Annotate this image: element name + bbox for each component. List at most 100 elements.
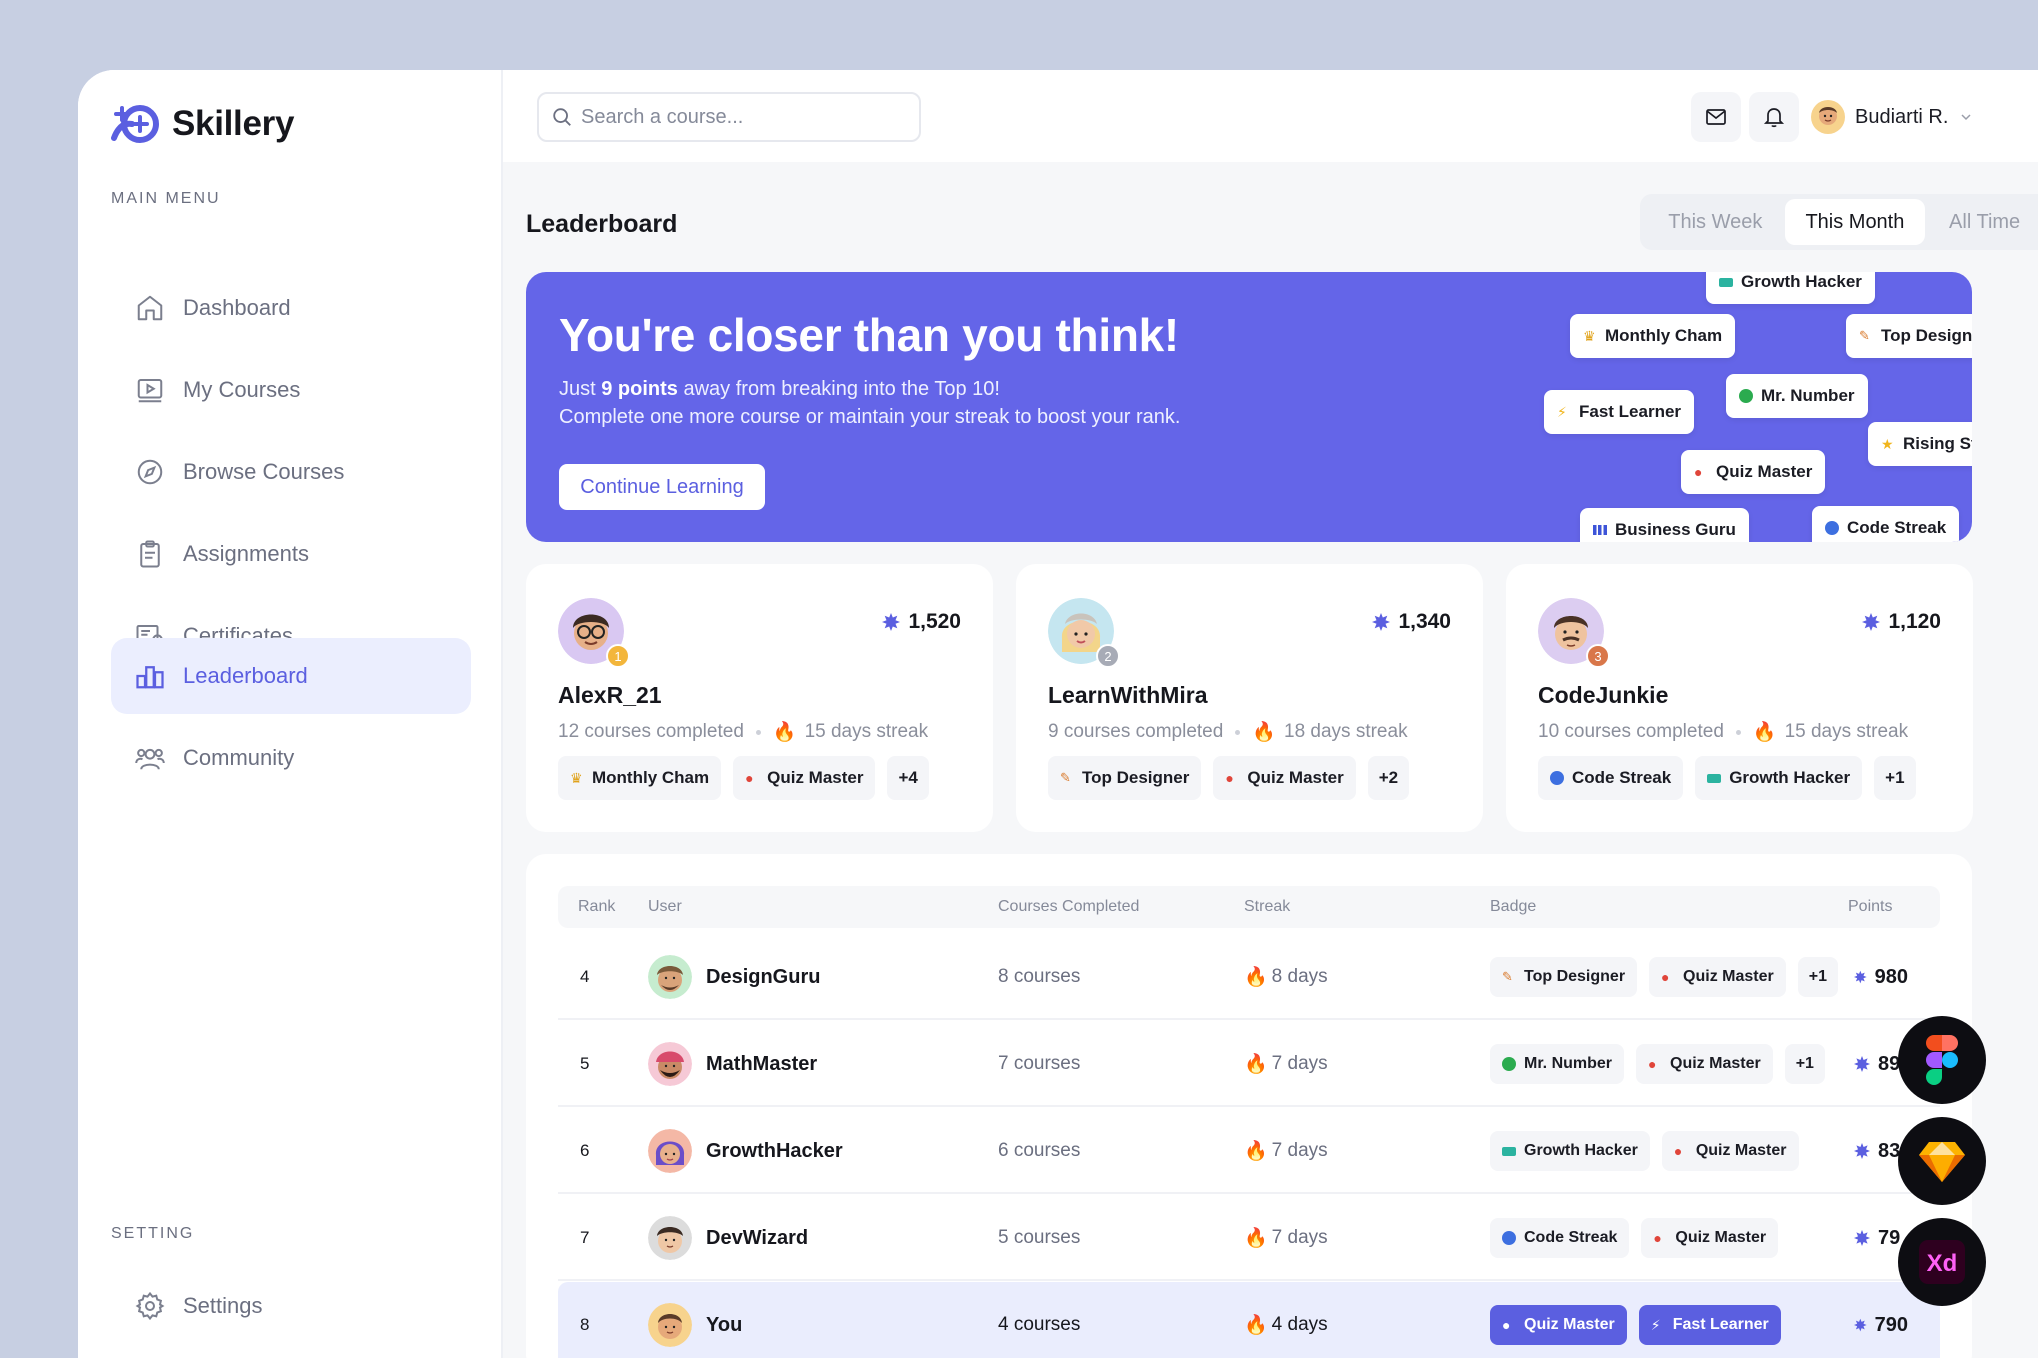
badge-label: Fast Learner (1672, 1316, 1769, 1333)
table-row[interactable]: 7 DevWizard 5 courses 🔥 7 days Code Strea… (558, 1195, 1940, 1281)
fire-icon: 🔥 (1244, 1228, 1268, 1249)
top-rank-card-1[interactable]: 1 1,520 AlexR_21 12 courses completed 🔥 15… (526, 564, 993, 832)
badge-chip[interactable]: ✎ Top Designer (1048, 756, 1202, 800)
badge-chip[interactable]: Mr. Number (1490, 1044, 1625, 1084)
sidebar-item-label: Leaderboard (183, 663, 308, 688)
table-row[interactable]: 6 GrowthHacker 6 courses 🔥 7 days Growth … (558, 1108, 1940, 1194)
column-header-points[interactable]: Points (1848, 898, 1892, 916)
sidebar-item-settings[interactable]: Settings (111, 1268, 471, 1344)
streak-value: 8 days (1271, 966, 1328, 987)
floating-badge-label: Fast Learner (1579, 402, 1682, 421)
banner-points-highlight: 9 points (601, 378, 678, 400)
points-star-icon (1854, 1230, 1870, 1246)
column-header-badge[interactable]: Badge (1490, 898, 1536, 916)
banner-line-1: Just 9 points away from breaking into th… (559, 378, 1000, 401)
points-star-icon (1854, 1056, 1870, 1072)
tab-this-week[interactable]: This Week (1646, 199, 1785, 245)
badge-chip[interactable]: ♛ Monthly Cham (558, 756, 722, 800)
floating-badge-label: Rising Sta (1903, 434, 1972, 453)
points-value: 1,340 (1398, 610, 1451, 633)
sketch-button[interactable] (1898, 1117, 1986, 1205)
sidebar-item-community[interactable]: Community (111, 720, 471, 796)
badge-chip[interactable]: ⚡ Fast Learner (1638, 1305, 1781, 1345)
topbar: Budiarti R. (503, 70, 2038, 162)
top-rank-card-2[interactable]: 2 1,340 LearnWithMira 9 courses complete… (1016, 564, 1483, 832)
clipboard-icon (140, 540, 160, 568)
badge-chip[interactable]: ● Quiz Master (1213, 756, 1356, 800)
badge-chip[interactable]: ● Quiz Master (1649, 957, 1786, 997)
search-box[interactable] (537, 92, 921, 142)
badge-label: Growth Hacker (1729, 768, 1851, 787)
more-badges-chip[interactable]: +1 (1874, 756, 1916, 800)
table-row-current-user[interactable]: 8 You 4 courses 🔥 4 days ● Quiz Master ⚡ Fa… (558, 1282, 1940, 1358)
avatar-container: 1 (558, 598, 630, 668)
mail-button[interactable] (1691, 92, 1741, 142)
badge-chip[interactable]: ✎ Top Designer (1490, 957, 1638, 997)
brush-icon: ✎ (1060, 770, 1071, 785)
sidebar-item-leaderboard[interactable]: Leaderboard (111, 638, 471, 714)
lightning-icon: ⚡ (1557, 404, 1567, 420)
sidebar-item-dashboard[interactable]: Dashboard (111, 270, 471, 346)
more-badges-chip[interactable]: +1 (1784, 1044, 1825, 1084)
badge-chip[interactable]: ● Quiz Master (1641, 1218, 1779, 1258)
user-stats: 12 courses completed 🔥 15 days streak (558, 720, 928, 744)
column-header-streak[interactable]: Streak (1244, 898, 1290, 916)
more-badges-chip[interactable]: +2 (1367, 756, 1410, 800)
badge-chip[interactable]: ● Quiz Master (1490, 1305, 1627, 1345)
table-row[interactable]: 5 MathMaster 7 courses 🔥 7 days Mr. Numbe… (558, 1021, 1940, 1107)
tab-all-time[interactable]: All Time (1925, 199, 2038, 245)
badge-chip[interactable]: ● Quiz Master (1636, 1044, 1773, 1084)
notifications-button[interactable] (1749, 92, 1799, 142)
points-star-icon (1854, 1318, 1867, 1332)
points-display: 1,120 (1862, 610, 1941, 634)
user-cell: DevWizard (648, 1195, 808, 1281)
bell-icon (1763, 108, 1785, 128)
more-badges-chip[interactable]: +4 (887, 756, 929, 800)
column-header-rank[interactable]: Rank (578, 898, 615, 916)
badge-label: Quiz Master (767, 768, 864, 787)
streak-cell: 🔥 7 days (1244, 1195, 1328, 1281)
badge-chip[interactable]: Code Streak (1538, 756, 1684, 800)
badge-chip[interactable]: Code Streak (1490, 1218, 1630, 1258)
separator-dot (755, 729, 761, 735)
sidebar-item-browse-courses[interactable]: Browse Courses (111, 434, 471, 510)
badge-chip[interactable]: ● Quiz Master (1661, 1131, 1799, 1171)
sidebar-item-label: Dashboard (183, 295, 291, 320)
badge-label: Quiz Master (1670, 1055, 1761, 1072)
badge-chip[interactable]: Growth Hacker (1490, 1131, 1650, 1171)
user-menu[interactable]: Budiarti R. (1811, 92, 1974, 142)
floating-badge-growth-hacker: Growth Hacker (1706, 272, 1875, 304)
courses-cell: 7 courses (998, 1053, 1081, 1074)
points-display: 1,340 (1372, 610, 1451, 634)
floating-badge-code-streak: Code Streak (1812, 506, 1960, 542)
badge-chip[interactable]: ● Quiz Master (733, 756, 876, 800)
column-header-user[interactable]: User (648, 898, 682, 916)
adobe-xd-button[interactable]: Xd (1898, 1218, 1986, 1306)
badge-chip[interactable]: Growth Hacker (1695, 756, 1863, 800)
tab-this-month[interactable]: This Month (1784, 199, 1926, 245)
top-rank-card-3[interactable]: 3 1,120 CodeJunkie 10 courses completed 🔥… (1506, 564, 1973, 832)
users-icon (135, 748, 165, 770)
rank-badge: 3 (1586, 644, 1610, 668)
fire-icon: 🔥 (1244, 1315, 1268, 1336)
column-header-courses[interactable]: Courses Completed (998, 898, 1139, 916)
search-input[interactable] (581, 105, 901, 129)
sidebar-item-assignments[interactable]: Assignments (111, 516, 471, 592)
motivation-banner: You're closer than you think! Just 9 poi… (526, 272, 1972, 542)
figma-button[interactable] (1898, 1016, 1986, 1104)
logo[interactable]: Skillery (110, 104, 294, 144)
points-star-icon (1854, 1143, 1870, 1159)
table-row[interactable]: 4 DesignGuru 8 courses 🔥 8 days ✎ Top Desi… (558, 934, 1940, 1020)
pin-icon: ● (1673, 1143, 1683, 1159)
floating-badge-monthly-champ: ♛ Monthly Cham (1570, 314, 1736, 358)
sidebar-item-my-courses[interactable]: My Courses (111, 352, 471, 428)
floating-badge-quiz-master: ● Quiz Master (1681, 450, 1826, 494)
crown-icon: ♛ (1583, 328, 1596, 344)
sidebar: Skillery MAIN MENU Dashboard My Courses … (78, 70, 503, 1358)
avatar (1811, 100, 1845, 134)
rank-badge: 1 (606, 644, 630, 668)
continue-learning-button[interactable]: Continue Learning (559, 464, 765, 510)
fire-icon: 🔥 (1752, 722, 1777, 743)
badges-cell: ● Quiz Master ⚡ Fast Learner (1490, 1282, 1781, 1358)
more-badges-chip[interactable]: +1 (1797, 957, 1838, 997)
